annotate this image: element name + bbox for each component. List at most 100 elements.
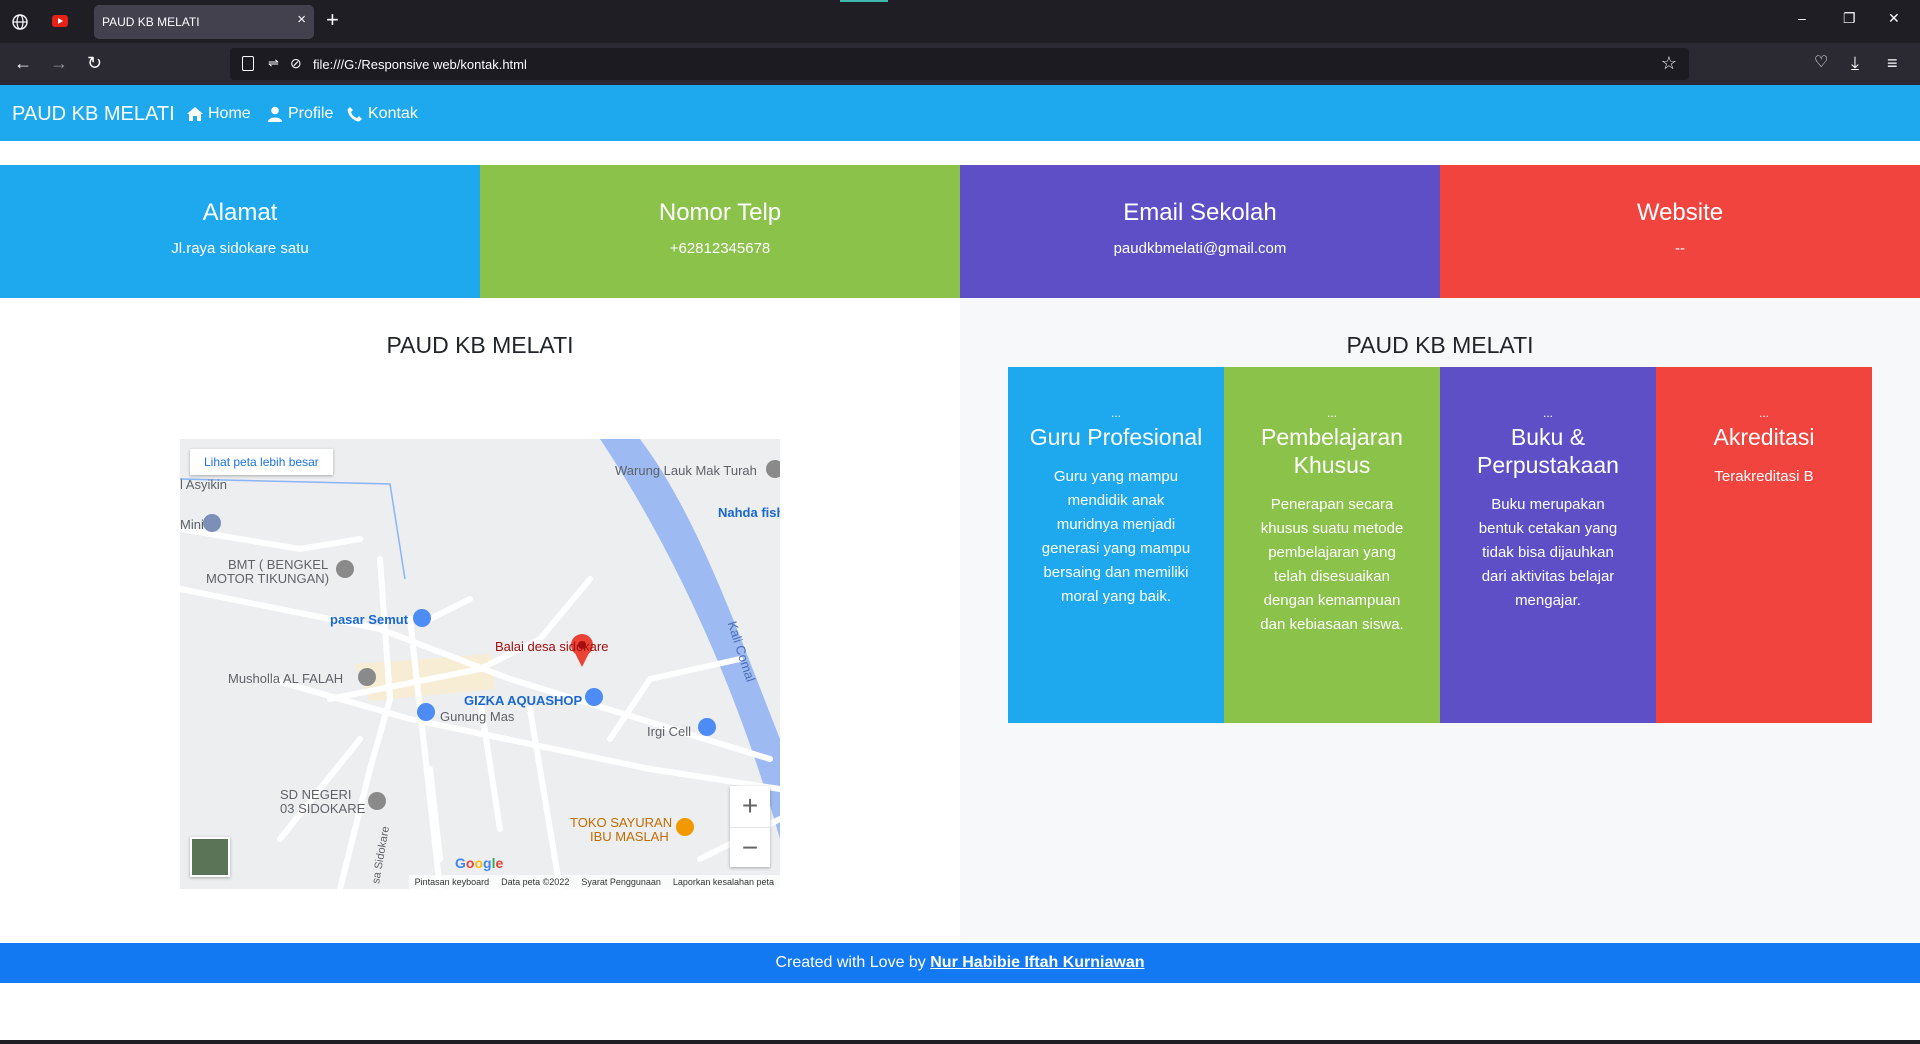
map-label-asyikin[interactable]: l Asyikin	[180, 477, 227, 492]
zoom-in-button[interactable]: +	[730, 786, 770, 826]
feature-dots: ...	[1758, 406, 1769, 420]
google-map-embed[interactable]: Lihat peta lebih besar Warung Lauk Mak T…	[180, 439, 780, 889]
browser-tabstrip: PAUD KB MELATI × + – ❐ ✕	[0, 0, 1920, 43]
map-label-gunung[interactable]: Gunung Mas	[440, 709, 514, 724]
map-zoom-controls: + −	[730, 786, 770, 867]
feature-title: Guru Profesional	[1029, 424, 1203, 450]
info-value: --	[1675, 240, 1685, 257]
map-label-toko-line1[interactable]: TOKO SAYURAN	[570, 815, 672, 830]
feature-dots: ...	[1542, 406, 1553, 420]
map-label-sd-line2[interactable]: 03 SIDOKARE	[280, 801, 365, 816]
new-tab-button[interactable]: +	[326, 9, 339, 31]
info-title: Alamat	[202, 199, 278, 226]
site-brand[interactable]: PAUD KB MELATI	[12, 103, 175, 126]
map-label-musholla[interactable]: Musholla AL FALAH	[228, 671, 343, 686]
info-value: +62812345678	[669, 240, 771, 257]
info-value: paudkbmelati@gmail.com	[1113, 240, 1287, 257]
map-shortcuts-link[interactable]: Pintasan keyboard	[415, 877, 490, 887]
info-title: Nomor Telp	[658, 199, 782, 226]
contact-info-row: Alamat Jl.raya sidokare satu Nomor Telp …	[0, 165, 1920, 298]
nav-kontak-link[interactable]: Kontak	[346, 105, 418, 123]
reload-icon[interactable]: ↻	[87, 53, 102, 73]
feature-title: Akreditasi	[1713, 424, 1815, 450]
tracking-protection-icon[interactable]: ⊘	[290, 55, 302, 72]
map-label-toko-line2[interactable]: IBU MASLAH	[590, 829, 669, 844]
url-text[interactable]: file:///G:/Responsive web/kontak.html	[313, 57, 527, 72]
feature-description: Guru yang mampu mendidik anak muridnya m…	[1041, 468, 1191, 605]
forward-arrow-icon[interactable]: →	[50, 53, 68, 73]
map-roads	[180, 439, 780, 889]
window-restore-button[interactable]: ❐	[1843, 10, 1856, 27]
bookmark-star-icon[interactable]: ☆	[1661, 53, 1677, 74]
nav-kontak-label: Kontak	[368, 105, 418, 122]
info-title: Website	[1636, 199, 1724, 226]
map-data-credit: Data peta ©2022	[501, 877, 570, 887]
feature-card-pembelajaran: ... Pembelajaran Khusus Penerapan secara…	[1224, 367, 1440, 723]
feature-title: Pembelajaran Khusus	[1261, 424, 1403, 478]
feature-card-buku: ... Buku & Perpustakaan Buku merupakan b…	[1440, 367, 1656, 723]
address-bar[interactable]: ⇌ ⊘ file:///G:/Responsive web/kontak.htm…	[230, 48, 1689, 80]
phone-icon	[347, 107, 362, 122]
feature-description: Terakreditasi B	[1714, 468, 1814, 485]
map-section: PAUD KB MELATI Lihat peta lebih besar Wa…	[0, 298, 960, 943]
pocket-icon[interactable]: ♡	[1814, 53, 1828, 73]
footer-author-link[interactable]: Nur Habibie Iftah Kurniawan	[930, 954, 1144, 971]
map-label-pasar[interactable]: pasar Semut	[330, 612, 408, 627]
feature-card-guru: ... Guru Profesional Guru yang mampu men…	[1008, 367, 1224, 723]
browser-toolbar: ← → ↻ ⇌ ⊘ file:///G:/Responsive web/kont…	[0, 43, 1920, 85]
map-label-nahda[interactable]: Nahda fish	[718, 505, 780, 520]
feature-card-akreditasi: ... Akreditasi Terakreditasi B	[1656, 367, 1872, 723]
home-icon	[187, 107, 203, 121]
features-section: PAUD KB MELATI ... Guru Profesional Guru…	[960, 298, 1920, 943]
map-attribution-bar: Pintasan keyboard Data peta ©2022 Syarat…	[408, 875, 780, 889]
map-label-bmt-line2[interactable]: MOTOR TIKUNGAN)	[206, 571, 329, 586]
feature-dots: ...	[1110, 406, 1121, 420]
nav-home-label: Home	[208, 105, 251, 122]
menu-icon[interactable]: ≡	[1887, 53, 1898, 73]
nav-profile-link[interactable]: Profile	[266, 105, 333, 123]
window-close-button[interactable]: ✕	[1888, 10, 1900, 27]
site-navbar: PAUD KB MELATI Home Profile Kontak	[0, 85, 1920, 141]
features-section-title: PAUD KB MELATI	[1346, 332, 1534, 358]
bottom-edge-bar	[0, 1040, 1920, 1044]
tab-title: PAUD KB MELATI	[102, 15, 200, 29]
globe-icon[interactable]	[12, 14, 28, 30]
feature-description: Buku merupakan bentuk cetakan yang tidak…	[1478, 496, 1618, 609]
map-label-mini[interactable]: Mini	[180, 517, 204, 532]
info-value: Jl.raya sidokare satu	[171, 240, 309, 257]
features-grid: ... Guru Profesional Guru yang mampu men…	[1008, 367, 1872, 723]
feature-dots: ...	[1326, 406, 1337, 420]
youtube-pinned-tab-icon[interactable]	[52, 15, 68, 27]
user-icon	[268, 106, 282, 122]
map-terms-link[interactable]: Syarat Penggunaan	[581, 877, 661, 887]
info-box-alamat: Alamat Jl.raya sidokare satu	[0, 165, 480, 298]
feature-description: Penerapan secara khusus suatu metode pem…	[1260, 496, 1404, 633]
map-label-bmt-line1[interactable]: BMT ( BENGKEL	[228, 557, 328, 572]
info-box-email: Email Sekolah paudkbmelati@gmail.com	[960, 165, 1440, 298]
view-larger-map-link[interactable]: Lihat peta lebih besar	[190, 449, 333, 475]
map-label-sd-line1[interactable]: SD NEGERI	[280, 787, 352, 802]
info-title: Email Sekolah	[1123, 199, 1277, 226]
map-label-irgi[interactable]: Irgi Cell	[647, 724, 691, 739]
back-arrow-icon[interactable]: ←	[14, 53, 32, 73]
feature-title: Buku & Perpustakaan	[1477, 424, 1619, 478]
permissions-icon[interactable]: ⇌	[268, 55, 279, 71]
window-minimize-button[interactable]: –	[1798, 10, 1806, 26]
nav-home-link[interactable]: Home	[186, 105, 251, 123]
browser-tab-active[interactable]: PAUD KB MELATI ×	[94, 5, 314, 39]
zoom-out-button[interactable]: −	[730, 827, 770, 867]
page-icon	[242, 56, 254, 71]
download-icon[interactable]: ⤓	[1851, 53, 1859, 73]
satellite-toggle-button[interactable]	[190, 837, 230, 877]
tab-close-icon[interactable]: ×	[297, 11, 306, 28]
google-logo: Google	[455, 855, 504, 871]
map-label-gizka[interactable]: GIZKA AQUASHOP	[464, 693, 582, 708]
map-label-warung[interactable]: Warung Lauk Mak Turah	[615, 463, 757, 478]
tabstrip-accent	[840, 0, 888, 2]
site-footer: Created with Love by Nur Habibie Iftah K…	[0, 943, 1920, 983]
info-box-telp: Nomor Telp +62812345678	[480, 165, 960, 298]
map-label-balai[interactable]: Balai desa sidokare	[495, 639, 608, 654]
info-box-website: Website --	[1440, 165, 1920, 298]
nav-profile-label: Profile	[288, 105, 334, 122]
map-report-link[interactable]: Laporkan kesalahan peta	[673, 877, 774, 887]
